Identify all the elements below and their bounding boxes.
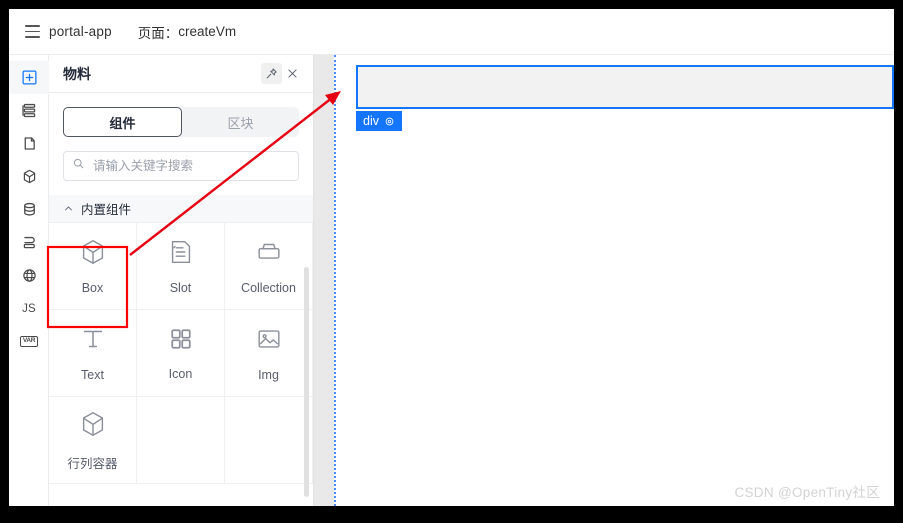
component-item-empty (225, 397, 313, 484)
top-bar: portal-app 页面： createVm (9, 9, 894, 54)
left-icon-rail: JS VAR (9, 55, 49, 506)
page-schema-icon (21, 135, 38, 152)
rail-item-data-source[interactable] (9, 193, 49, 226)
search-input[interactable] (91, 158, 290, 174)
group-title: 内置组件 (81, 203, 132, 217)
gear-icon[interactable] (384, 116, 395, 127)
component-label: Img (258, 368, 279, 382)
rail-item-i18n[interactable] (9, 259, 49, 292)
group-builtin-components[interactable]: 内置组件 (49, 195, 313, 222)
component-label: Collection (241, 281, 296, 295)
search-icon (72, 157, 85, 175)
add-component-icon (21, 69, 38, 86)
tab-components[interactable]: 组件 (63, 107, 182, 137)
panel-title: 物料 (63, 65, 91, 82)
collection-icon (254, 237, 284, 272)
grid-icon (167, 325, 195, 358)
material-panel: 物料 组件 区块 请输入关键字搜索 内置组件 Box Slot Collecti… (49, 55, 314, 506)
search-box[interactable] (63, 151, 299, 181)
rail-item-layers[interactable] (9, 94, 49, 127)
text-icon (78, 324, 108, 359)
i18n-globe-icon (21, 267, 38, 284)
component-grid: Box Slot Collection Text Icon Img 行列容器 (49, 222, 313, 484)
layers-icon (21, 102, 38, 119)
component-item-icon[interactable]: Icon (137, 310, 225, 397)
component-item-collection[interactable]: Collection (225, 223, 313, 310)
close-icon[interactable] (282, 63, 303, 84)
rail-item-add-component[interactable] (9, 61, 49, 94)
component-item-text[interactable]: Text (49, 310, 137, 397)
node-badge-label: div (363, 114, 379, 128)
cube-icon (78, 237, 108, 272)
component-item-slot[interactable]: Slot (137, 223, 225, 310)
page-label: 页面： (137, 25, 179, 41)
app-window: portal-app 页面： createVm JS VAR 物料 组件 区块 … (9, 9, 894, 506)
component-item-row-column-container[interactable]: 行列容器 (49, 397, 137, 484)
cube-icon (78, 409, 108, 444)
block-cube-icon (21, 168, 38, 185)
variable-icon: VAR (19, 336, 39, 347)
component-item-empty (137, 397, 225, 484)
pin-icon[interactable] (261, 63, 282, 84)
rail-item-variable[interactable]: VAR (9, 325, 49, 358)
rail-item-blocks[interactable] (9, 160, 49, 193)
data-source-icon (21, 201, 38, 218)
design-canvas[interactable]: div (314, 55, 894, 506)
panel-header: 物料 (49, 55, 313, 93)
component-item-img[interactable]: Img (225, 310, 313, 397)
component-label: Icon (168, 367, 193, 381)
rail-item-js-script[interactable]: JS (9, 292, 49, 325)
tray-icon (21, 234, 38, 251)
chevron-up-icon (63, 203, 74, 214)
panel-tabs: 组件 区块 (63, 107, 299, 137)
component-item-box[interactable]: Box (49, 223, 137, 310)
hamburger-icon[interactable] (25, 25, 40, 38)
rail-item-tray[interactable] (9, 226, 49, 259)
component-label: Box (81, 281, 104, 295)
watermark: CSDN @OpenTiny社区 (734, 485, 880, 500)
page-name[interactable]: createVm (178, 24, 236, 39)
selected-div-node[interactable] (356, 65, 894, 109)
image-icon (254, 324, 284, 359)
component-label: 行列容器 (67, 456, 118, 471)
tab-blocks[interactable]: 区块 (182, 107, 299, 137)
node-badge[interactable]: div (356, 111, 402, 131)
component-label: Text (81, 368, 104, 382)
app-name: portal-app (49, 24, 112, 39)
panel-scrollbar[interactable] (304, 267, 309, 497)
rail-item-page-schema[interactable] (9, 127, 49, 160)
js-script-icon: JS (22, 302, 36, 315)
main-area: JS VAR 物料 组件 区块 请输入关键字搜索 内置组件 Box Slot C… (9, 54, 894, 506)
component-label: Slot (169, 281, 192, 295)
page-root-container[interactable]: div (334, 55, 894, 506)
slot-icon (166, 237, 196, 272)
